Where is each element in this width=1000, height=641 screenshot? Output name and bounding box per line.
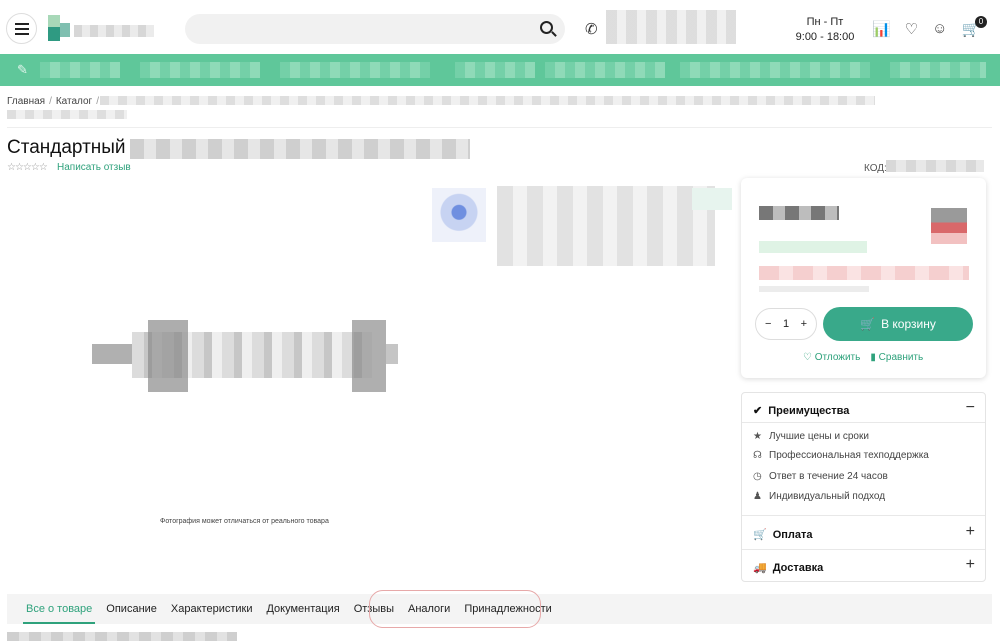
section-heading-redacted xyxy=(7,632,237,641)
advantages-header[interactable]: ✔ Преимущества xyxy=(742,404,985,418)
buy-card: − 1 + 🛒 В корзину ♡ Отложить ▮ Сравнить xyxy=(741,178,986,378)
search-icon[interactable] xyxy=(540,21,553,34)
rating-stars[interactable]: ☆☆☆☆☆ xyxy=(7,162,48,173)
breadcrumb-redacted[interactable] xyxy=(100,96,875,105)
add-to-cart-button[interactable]: 🛒 В корзину xyxy=(823,307,973,341)
check-icon: ✔ xyxy=(753,405,763,417)
nav-item[interactable] xyxy=(455,62,535,78)
truck-icon: 🚚 xyxy=(753,562,767,574)
product-code-redacted xyxy=(886,160,984,172)
menu-burger-button[interactable] xyxy=(6,13,37,44)
list-item: ☊ Профессиональная техподдержка xyxy=(753,450,929,461)
advantages-panel: ✔ Преимущества − ★ Лучшие цены и сроки ☊ П… xyxy=(741,392,986,582)
payment-section-header[interactable]: 🛒 Оплата xyxy=(742,528,985,542)
cart-icon: 🛒 xyxy=(860,317,876,331)
qty-minus-button[interactable]: − xyxy=(765,318,771,330)
breadcrumb-home[interactable]: Главная xyxy=(7,96,45,107)
tab-all-about[interactable]: Все о товаре xyxy=(19,594,99,624)
cart-count-badge: 0 xyxy=(975,16,987,28)
list-item: ★ Лучшие цены и сроки xyxy=(753,431,869,442)
qty-value[interactable]: 1 xyxy=(783,318,789,330)
expand-plus-icon[interactable]: + xyxy=(966,523,975,541)
menu-icon xyxy=(14,27,29,30)
qty-plus-button[interactable]: + xyxy=(801,318,807,330)
nav-item[interactable] xyxy=(680,62,870,78)
phone-icon: ✆ xyxy=(585,21,598,38)
breadcrumb-catalog[interactable]: Каталог xyxy=(56,96,92,107)
product-image[interactable] xyxy=(92,318,398,394)
tab-description[interactable]: Описание xyxy=(99,594,164,624)
account-user-icon[interactable]: ☺ xyxy=(932,20,947,38)
site-header: ✆ Пн - Пт 9:00 - 18:00 📊 ♡ ☺ 🛒 0 xyxy=(0,0,1000,55)
clock-icon: ◷ xyxy=(753,471,762,482)
bar-chart-icon: ▮ xyxy=(870,352,876,363)
person-icon: ♟ xyxy=(753,491,762,502)
breadcrumb-redacted[interactable] xyxy=(7,110,127,119)
quantity-stepper[interactable]: − 1 + xyxy=(755,308,817,340)
search-input[interactable] xyxy=(185,14,565,44)
heart-icon: ♡ xyxy=(803,352,812,363)
list-item: ♟ Индивидуальный подход xyxy=(753,491,886,502)
brand-thumbnail[interactable] xyxy=(432,188,486,242)
headset-icon: ☊ xyxy=(753,450,762,461)
phone-number-redacted[interactable] xyxy=(606,10,736,44)
page-title: Стандартный xyxy=(7,137,126,158)
favorites-heart-icon[interactable]: ♡ xyxy=(905,20,918,38)
nav-item[interactable] xyxy=(890,62,986,78)
compare-icon[interactable]: 📊 xyxy=(872,20,891,38)
working-hours: Пн - Пт 9:00 - 18:00 xyxy=(795,16,855,43)
cart-icon: 🛒 xyxy=(753,529,767,541)
tab-documentation[interactable]: Документация xyxy=(259,594,346,624)
collapse-minus-icon[interactable]: − xyxy=(966,399,975,417)
nav-item[interactable] xyxy=(545,62,665,78)
delivery-section-header[interactable]: 🚚 Доставка xyxy=(742,561,985,575)
list-item: ◷ Ответ в течение 24 часов xyxy=(753,471,888,482)
title-redacted xyxy=(130,139,470,159)
pencil-icon: ✎ xyxy=(17,62,28,77)
category-nav-bar: ✎ xyxy=(0,54,1000,86)
nav-item[interactable] xyxy=(40,62,120,78)
write-review-link[interactable]: Написать отзыв xyxy=(57,162,131,173)
star-icon: ★ xyxy=(753,431,762,442)
nav-item[interactable] xyxy=(280,62,430,78)
short-description-redacted xyxy=(497,186,715,266)
site-logo[interactable] xyxy=(48,15,158,43)
nav-item[interactable] xyxy=(140,62,260,78)
breadcrumb: Главная / Каталог / xyxy=(7,96,99,107)
expand-plus-icon[interactable]: + xyxy=(966,556,975,574)
annotation-highlight xyxy=(369,590,541,628)
postpone-link[interactable]: ♡ Отложить xyxy=(803,352,860,363)
product-code-label: КОД: xyxy=(864,163,887,174)
tab-characteristics[interactable]: Характеристики xyxy=(164,594,260,624)
compare-link[interactable]: ▮ Сравнить xyxy=(870,352,923,363)
photo-disclaimer: Фотография может отличаться от реального… xyxy=(160,518,329,525)
